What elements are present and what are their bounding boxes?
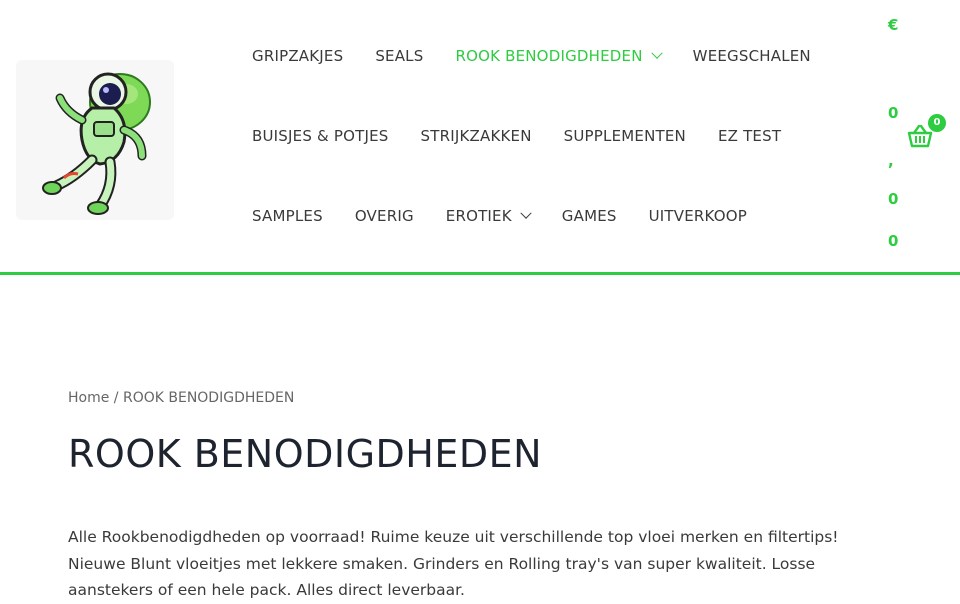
nav-item-strijkzakken[interactable]: STRIJKZAKKEN	[421, 127, 532, 145]
breadcrumb-separator: /	[109, 390, 123, 406]
nav-row-2: BUISJES & POTJES STRIJKZAKKEN SUPPLEMENT…	[252, 116, 813, 156]
nav-item-supplementen[interactable]: SUPPLEMENTEN	[564, 127, 686, 145]
nav-item-erotiek[interactable]: EROTIEK	[446, 207, 532, 225]
nav-item-uitverkoop[interactable]: UITVERKOOP	[649, 207, 747, 225]
cart-total-char: 0	[888, 232, 899, 250]
cart-total-char: ,	[888, 152, 894, 170]
nav-item-buisjes-potjes[interactable]: BUISJES & POTJES	[252, 127, 389, 145]
breadcrumb: Home / ROOK BENODIGDHEDEN	[68, 390, 294, 406]
main-navigation: GRIPZAKJES SEALS ROOK BENODIGDHEDEN WEEG…	[252, 0, 872, 270]
nav-item-samples[interactable]: SAMPLES	[252, 207, 323, 225]
site-header: GRIPZAKJES SEALS ROOK BENODIGDHEDEN WEEG…	[0, 0, 960, 275]
breadcrumb-home-link[interactable]: Home	[68, 390, 109, 406]
nav-item-ez-test[interactable]: EZ TEST	[718, 127, 781, 145]
nav-row-3: SAMPLES OVERIG EROTIEK GAMES UITVERKOOP	[252, 196, 779, 236]
cart-total-char: 0	[888, 190, 899, 208]
nav-row-1: GRIPZAKJES SEALS ROOK BENODIGDHEDEN WEEG…	[252, 36, 843, 76]
cart-total-char: €	[888, 16, 899, 34]
page-title: ROOK BENODIGDHEDEN	[68, 432, 543, 476]
nav-item-weegschalen[interactable]: WEEGSCHALEN	[693, 47, 811, 65]
category-description: Alle Rookbenodigdheden op voorraad! Ruim…	[68, 528, 839, 599]
chevron-down-icon	[520, 207, 532, 219]
nav-item-games[interactable]: GAMES	[562, 207, 617, 225]
nav-item-overig[interactable]: OVERIG	[355, 207, 414, 225]
nav-item-rook-benodigdheden[interactable]: ROOK BENODIGDHEDEN	[455, 47, 663, 65]
nav-item-seals[interactable]: SEALS	[375, 47, 423, 65]
cart-count-badge: 0	[928, 114, 946, 132]
site-logo[interactable]	[16, 60, 174, 220]
breadcrumb-current: ROOK BENODIGDHEDEN	[122, 390, 295, 406]
cart-total-char: 0	[888, 104, 899, 122]
nav-item-gripzakjes[interactable]: GRIPZAKJES	[252, 47, 343, 65]
astronaut-logo-icon	[42, 72, 151, 215]
chevron-down-icon	[650, 47, 663, 59]
